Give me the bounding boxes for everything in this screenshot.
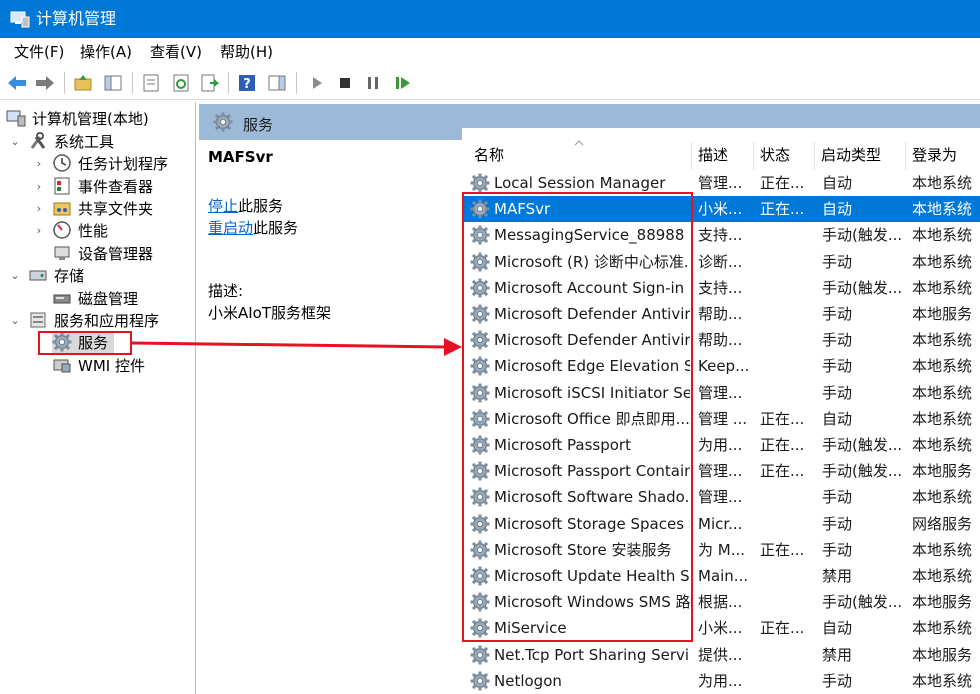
annotation-arrow [131, 338, 462, 356]
